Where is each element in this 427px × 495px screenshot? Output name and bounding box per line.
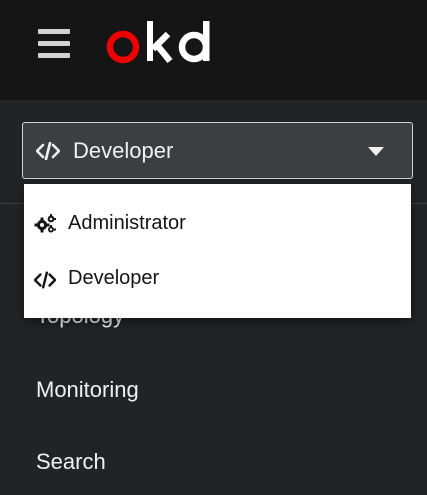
perspective-dropdown-menu: Administrator Developer bbox=[24, 184, 411, 318]
code-icon bbox=[36, 142, 60, 160]
menu-item-administrator[interactable]: Administrator bbox=[24, 198, 411, 250]
menu-item-label: Developer bbox=[68, 267, 160, 289]
cogs-icon bbox=[34, 214, 56, 233]
okd-logo[interactable] bbox=[106, 18, 218, 64]
perspective-selected-label: Developer bbox=[73, 138, 174, 163]
nav-item-search[interactable]: Search bbox=[36, 449, 106, 475]
code-icon bbox=[34, 271, 56, 289]
nav-item-monitoring[interactable]: Monitoring bbox=[36, 377, 139, 403]
masthead bbox=[0, 0, 427, 100]
hamburger-menu-icon[interactable] bbox=[38, 29, 70, 59]
perspective-switcher[interactable]: Developer bbox=[22, 122, 413, 179]
menu-item-developer[interactable]: Developer bbox=[24, 253, 411, 305]
menu-item-label: Administrator bbox=[68, 212, 186, 234]
caret-down-icon bbox=[368, 147, 384, 156]
